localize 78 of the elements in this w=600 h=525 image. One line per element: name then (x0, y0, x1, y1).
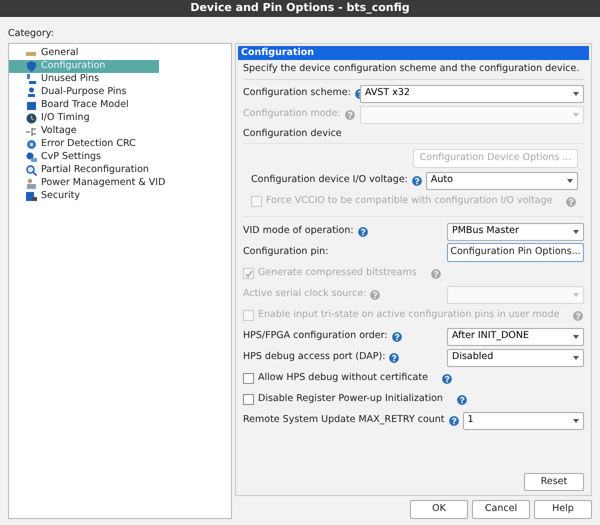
dropdown-value: After INIT_DONE (452, 329, 529, 344)
help-icon[interactable] (566, 196, 576, 206)
person-icon (26, 178, 36, 189)
dialog-button[interactable]: Cancel (472, 500, 530, 519)
field-label: Generate compressed bitstreams (258, 266, 417, 280)
dropdown-value: AVST x32 (365, 86, 410, 100)
field-label: Configuration pin: (243, 245, 328, 260)
dropdown[interactable]: Auto (426, 172, 578, 190)
field-label: HPS debug access port (DAP): (243, 350, 386, 364)
field-label: Enable input tri-state on active configuration pins in user mode (258, 308, 560, 322)
field-label: Remote System Update MAX_RETRY count (243, 413, 445, 428)
description-text: Specify the device configuration scheme and the configuration device. (243, 62, 580, 76)
field-label: Configuration device I/O voltage: (251, 173, 408, 188)
shield-icon (26, 61, 36, 72)
help-icon[interactable] (392, 332, 402, 342)
tree-item[interactable]: Voltage (9, 125, 159, 138)
help-icon[interactable] (456, 394, 467, 404)
caret-icon (567, 178, 573, 182)
field-label: Allow HPS debug without certificate (258, 371, 428, 386)
caret-icon (573, 112, 579, 116)
options-button[interactable]: Configuration Pin Options... (447, 243, 584, 262)
help-icon[interactable] (370, 290, 380, 300)
field-label: Force VCCIO to be compatible with configuration I/O voltage (266, 194, 552, 208)
field-label: VID mode of operation: (243, 224, 354, 238)
help-icon[interactable] (448, 416, 459, 426)
caret-icon (573, 418, 579, 422)
field-label: Active serial clock source: (243, 287, 366, 302)
tree-item[interactable]: Dual-Purpose Pins (9, 86, 159, 99)
panel-title: Configuration (241, 46, 314, 60)
field-label: HPS/FPGA configuration order: (243, 329, 388, 344)
tree-item[interactable]: Power Management & VID (9, 177, 170, 190)
board-icon (26, 100, 36, 111)
dropdown[interactable]: After INIT_DONE (447, 328, 584, 346)
help-icon[interactable] (344, 110, 355, 120)
field-label: Configuration mode: (243, 107, 341, 122)
help-icon[interactable] (573, 310, 584, 320)
tree-item[interactable]: General (9, 47, 159, 60)
tree-item[interactable]: Board Trace Model (9, 99, 159, 112)
field-label: Configuration scheme: (243, 86, 351, 100)
dropdown-value: PMBus Master (452, 224, 519, 238)
check-icon (244, 270, 252, 278)
dropdown-value: 1 (468, 413, 474, 428)
help-icon[interactable] (442, 374, 452, 384)
tree-item[interactable]: I/O Timing (9, 112, 159, 125)
voltage-icon (26, 126, 36, 137)
clock-icon (26, 113, 36, 124)
category-label: Category: (8, 27, 55, 41)
tree-item[interactable]: Security (9, 190, 159, 203)
help-icon[interactable] (430, 268, 441, 278)
dropdown[interactable]: PMBus Master (447, 222, 584, 240)
help-icon[interactable] (412, 176, 422, 186)
window-title: Device and Pin Options - bts_config (190, 0, 410, 16)
checkbox[interactable] (243, 373, 254, 384)
help-icon[interactable] (358, 226, 368, 236)
tree-item[interactable]: CvP Settings (9, 151, 159, 164)
tree-item[interactable]: Unused Pins (9, 73, 159, 86)
pin-icon (26, 74, 36, 85)
caret-icon (573, 334, 579, 338)
dropdown-value: Disabled (452, 350, 494, 364)
dialog-button[interactable]: Help (534, 500, 592, 519)
reset-button[interactable]: Reset (524, 473, 584, 491)
pin-icon (26, 87, 36, 98)
dropdown[interactable]: 1 (462, 412, 584, 430)
caret-icon (573, 292, 579, 296)
tree-item[interactable]: Error Detection CRC (9, 138, 159, 151)
dialog-button[interactable]: OK (410, 500, 468, 519)
dropdown[interactable]: Disabled (447, 348, 584, 366)
caret-icon (573, 92, 579, 96)
magnifier-icon (26, 165, 36, 176)
caret-icon (573, 356, 579, 360)
field-label: Disable Register Power-up Initialization (258, 392, 443, 406)
tree-item[interactable]: Partial Reconfiguration (9, 164, 159, 177)
caret-icon (573, 230, 579, 234)
dropdown-value: Auto (430, 173, 453, 188)
dropdown[interactable]: AVST x32 (360, 84, 584, 102)
group-title: Configuration device (243, 126, 342, 141)
help-icon[interactable] (389, 352, 400, 362)
checkbox[interactable] (243, 394, 254, 405)
